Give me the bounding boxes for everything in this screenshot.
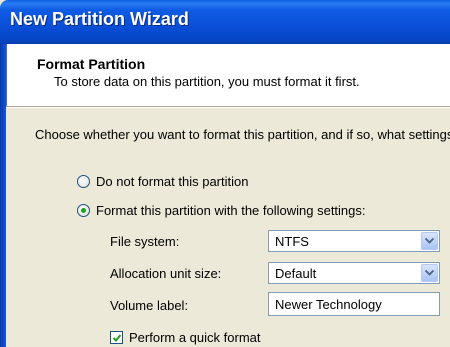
radio-label: Format this partition with the following… bbox=[96, 203, 366, 218]
quick-format-option[interactable]: Perform a quick format bbox=[110, 330, 261, 345]
window-title: New Partition Wizard bbox=[10, 9, 189, 29]
page-title: Format Partition bbox=[37, 56, 146, 72]
quick-format-checkbox[interactable] bbox=[110, 331, 123, 344]
quick-format-label: Perform a quick format bbox=[129, 330, 261, 345]
radio-label: Do not format this partition bbox=[96, 174, 249, 189]
allocation-unit-value: Default bbox=[275, 266, 317, 281]
wizard-window: New Partition Wizard Format Partition To… bbox=[0, 0, 450, 347]
header-divider bbox=[6, 106, 450, 108]
file-system-select[interactable]: NTFS bbox=[268, 230, 440, 252]
file-system-value: NTFS bbox=[275, 234, 309, 249]
chevron-down-icon[interactable] bbox=[421, 232, 438, 250]
chevron-down-icon[interactable] bbox=[421, 264, 438, 282]
title-bar[interactable]: New Partition Wizard bbox=[0, 0, 450, 44]
allocation-unit-select[interactable]: Default bbox=[268, 262, 440, 284]
file-system-label: File system: bbox=[110, 234, 180, 249]
radio-button[interactable] bbox=[77, 175, 90, 188]
wizard-header: Format Partition To store data on this p… bbox=[6, 44, 450, 106]
allocation-unit-label: Allocation unit size: bbox=[110, 266, 222, 281]
volume-label-label: Volume label: bbox=[110, 298, 189, 313]
volume-label-input[interactable] bbox=[269, 293, 439, 315]
radio-do-not-format[interactable]: Do not format this partition bbox=[77, 174, 248, 189]
volume-label-field[interactable] bbox=[268, 292, 440, 316]
page-subtitle: To store data on this partition, you mus… bbox=[54, 74, 360, 89]
radio-button-selected[interactable] bbox=[77, 204, 90, 217]
format-prompt: Choose whether you want to format this p… bbox=[35, 127, 450, 142]
radio-format[interactable]: Format this partition with the following… bbox=[77, 203, 366, 218]
